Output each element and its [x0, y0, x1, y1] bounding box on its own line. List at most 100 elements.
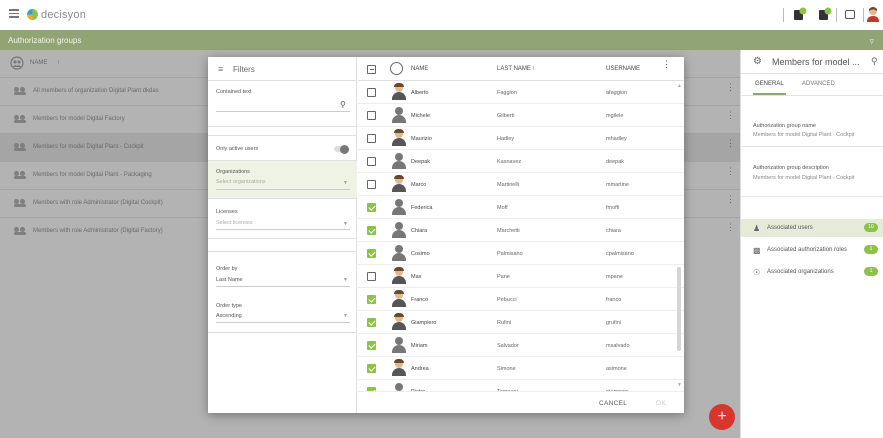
details-panel: ⚙ Members for model ... ⚲ GENERAL ADVANC…: [740, 50, 883, 438]
user-row[interactable]: Maurizio Hadley mhadley: [358, 127, 684, 150]
logo-text: decisyon: [41, 8, 87, 21]
chevron-down-icon[interactable]: ▼: [343, 180, 348, 186]
apps-grid-icon[interactable]: [845, 10, 855, 19]
more-icon[interactable]: ⋮: [726, 111, 735, 120]
chevron-down-icon[interactable]: ▼: [343, 277, 348, 283]
user-checkbox[interactable]: [367, 318, 376, 327]
contained-text-input[interactable]: [216, 111, 350, 112]
contained-text-label: Contained text: [216, 89, 252, 95]
group-name-value[interactable]: Members for model Digital Plant - Cockpi…: [753, 132, 854, 138]
user-checkbox[interactable]: [367, 341, 376, 350]
user-row[interactable]: Miriam Salvador msalvado: [358, 334, 684, 357]
user-checkbox[interactable]: [367, 134, 376, 143]
filters-header: ≡ Filters: [208, 57, 356, 81]
user-row[interactable]: Chiara Marchetti chiara: [358, 219, 684, 242]
chevron-down-icon[interactable]: ▼: [343, 313, 348, 319]
order-by-select[interactable]: Last Name: [216, 277, 243, 283]
messages-badge-icon[interactable]: [818, 7, 832, 21]
more-icon[interactable]: ⋮: [726, 139, 735, 148]
user-first-name: Alberto: [411, 90, 429, 96]
group-icon: [14, 143, 26, 151]
user-checkbox[interactable]: [367, 157, 376, 166]
user-avatar-icon[interactable]: [866, 6, 880, 22]
user-checkbox[interactable]: [367, 226, 376, 235]
ok-button[interactable]: OK: [656, 400, 666, 407]
select-underline: [216, 322, 350, 323]
user-row[interactable]: Deepak Kasnavez deepak: [358, 150, 684, 173]
associated-organizations-item[interactable]: ☉ Associated organizations 1: [741, 263, 883, 281]
user-first-name: Chiara: [411, 228, 428, 234]
avatar: [392, 175, 406, 192]
sort-up-icon[interactable]: ↑: [532, 66, 535, 72]
user-checkbox[interactable]: [367, 272, 376, 281]
user-checkbox[interactable]: [367, 180, 376, 189]
group-icon: [14, 199, 26, 207]
user-checkbox[interactable]: [367, 249, 376, 258]
more-icon[interactable]: ⋮: [726, 83, 735, 92]
licenses-select[interactable]: Select licenses: [216, 220, 253, 226]
more-icon[interactable]: ⋮: [726, 167, 735, 176]
user-last-name: Gilberti: [497, 113, 515, 119]
column-menu-icon[interactable]: ⋮: [662, 60, 671, 69]
scroll-up-icon[interactable]: ▲: [677, 83, 682, 89]
select-all-checkbox[interactable]: [367, 65, 376, 74]
user-row[interactable]: Andrea Simone asimone: [358, 357, 684, 380]
col-last-name-header[interactable]: LAST NAME: [497, 66, 531, 72]
list-item-label: Members for model Digital Plant - Packag…: [33, 172, 152, 178]
notes-badge-icon[interactable]: [793, 7, 807, 21]
user-row[interactable]: Cosimo Palmisano cpalmisano: [358, 242, 684, 265]
toolbar-divider: [836, 8, 837, 22]
search-icon[interactable]: ⚲: [871, 56, 878, 67]
filter-icon[interactable]: ▿: [869, 36, 874, 47]
user-checkbox[interactable]: [367, 88, 376, 97]
more-icon[interactable]: ⋮: [726, 195, 735, 204]
user-row[interactable]: Alberto Faggion afaggion: [358, 81, 684, 104]
user-last-name: Salvador: [497, 343, 519, 349]
user-checkbox[interactable]: [367, 295, 376, 304]
user-row[interactable]: Federica Moff fmoffi: [358, 196, 684, 219]
user-checkbox[interactable]: [367, 364, 376, 373]
cancel-button[interactable]: CANCEL: [599, 400, 627, 407]
list-header-name[interactable]: NAME: [30, 60, 47, 66]
tab-general[interactable]: GENERAL: [753, 81, 786, 95]
user-checkbox[interactable]: [367, 111, 376, 120]
scroll-down-icon[interactable]: ▼: [677, 382, 682, 388]
tab-advanced[interactable]: ADVANCED: [802, 81, 835, 87]
user-last-name: Moff: [497, 205, 508, 211]
organizations-label: Organizations: [216, 169, 250, 175]
associated-roles-item[interactable]: ▩ Associated authorization roles 1: [741, 241, 883, 259]
associated-users-item[interactable]: ♟ Associated users 10: [741, 219, 883, 237]
select-underline: [216, 189, 350, 190]
user-last-name: Martinelli: [497, 182, 520, 188]
col-name-header[interactable]: NAME: [411, 66, 428, 72]
sort-up-icon[interactable]: ↑: [57, 60, 60, 66]
add-button[interactable]: +: [709, 404, 735, 430]
group-sort-icon[interactable]: [10, 56, 24, 70]
organizations-select[interactable]: Select organizations: [216, 179, 266, 185]
hamburger-menu-icon[interactable]: [9, 9, 19, 18]
user-row[interactable]: Giampiero Rufini grufini: [358, 311, 684, 334]
user-avatar-sort-icon[interactable]: [390, 62, 403, 75]
order-type-select[interactable]: Ascending: [216, 313, 242, 319]
scrollbar-thumb[interactable]: [677, 267, 681, 351]
user-checkbox[interactable]: [367, 203, 376, 212]
app-logo[interactable]: decisyon: [27, 7, 86, 22]
user-row[interactable]: Max Pane mpane: [358, 265, 684, 288]
user-last-name: Pebucci: [497, 297, 517, 303]
user-first-name: Maurizio: [411, 136, 432, 142]
avatar: [392, 337, 406, 353]
search-icon[interactable]: ⚲: [340, 100, 346, 109]
col-username-header[interactable]: USERNAME: [606, 66, 640, 72]
user-row[interactable]: Franco Pebucci franco: [358, 288, 684, 311]
chevron-down-icon[interactable]: ▼: [343, 221, 348, 227]
user-row[interactable]: Marco Martinelli mmartine: [358, 173, 684, 196]
divider: [741, 146, 883, 147]
gear-icon[interactable]: ⚙: [753, 56, 762, 67]
user-row[interactable]: Michele Gilberti mgilele: [358, 104, 684, 127]
user-picker-dialog: ≡ Filters Contained text ⚲ Only active u…: [208, 57, 684, 413]
group-description-value[interactable]: Members for model Digital Plant - Cockpi…: [753, 175, 854, 181]
only-active-toggle[interactable]: [334, 144, 349, 154]
more-icon[interactable]: ⋮: [726, 223, 735, 232]
details-title: Members for model ...: [772, 57, 860, 67]
count-badge: 1: [864, 267, 878, 276]
